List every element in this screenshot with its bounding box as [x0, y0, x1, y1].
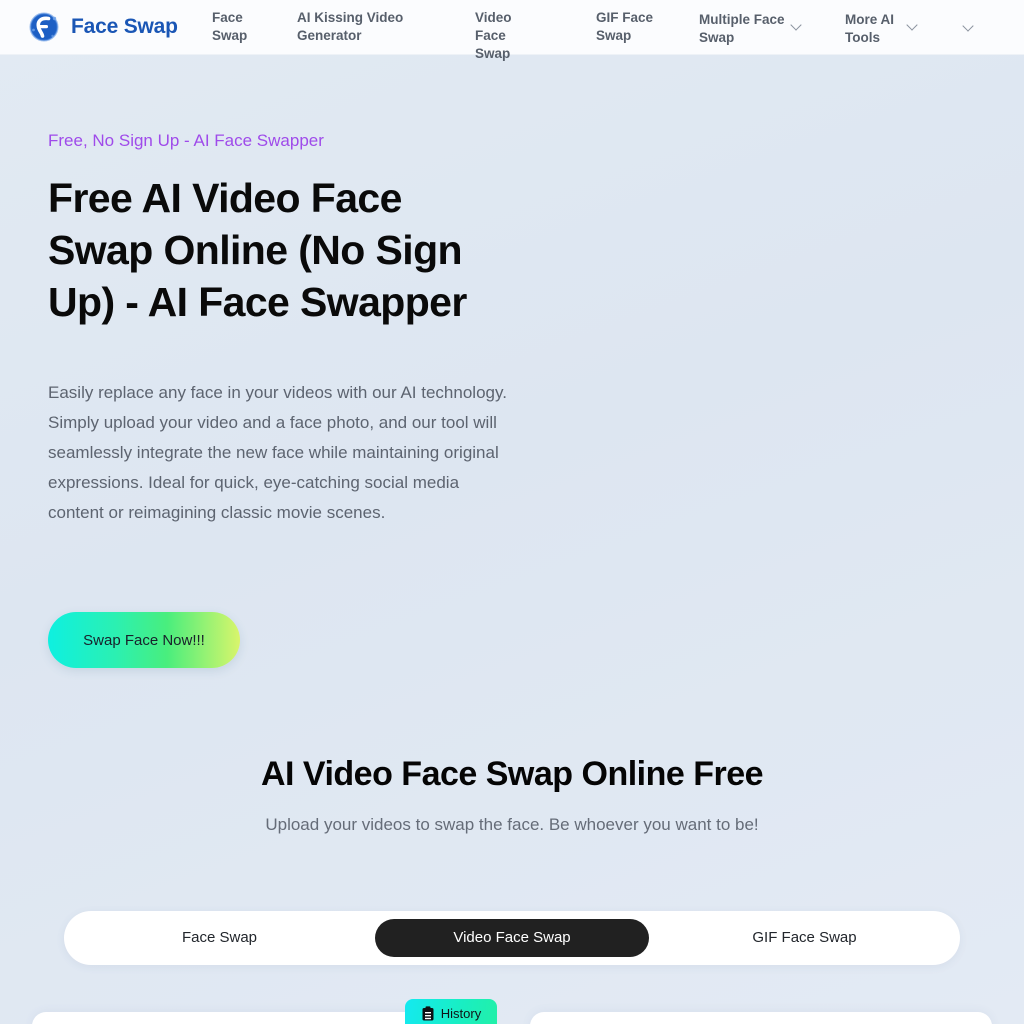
chevron-down-icon [791, 19, 804, 32]
nav-item-ai-kissing-video-generator[interactable]: AI Kissing Video Generator [297, 9, 427, 45]
chevron-down-icon [963, 20, 976, 33]
nav-item-more-ai-tools[interactable]: More AI Tools [845, 11, 931, 47]
tab-gif-face-swap[interactable]: GIF Face Swap [651, 919, 958, 957]
nav-item-label: Video Face Swap [475, 10, 512, 61]
nav-item-gif-face-swap[interactable]: GIF Face Swap [596, 9, 658, 45]
tab-video-face-swap[interactable]: Video Face Swap [375, 919, 649, 957]
nav-item-video-face-swap[interactable]: Video Face Swap [475, 9, 541, 63]
nav-item-label: GIF Face Swap [596, 10, 654, 43]
brand-name: Face Swap [71, 15, 178, 38]
tab-face-swap[interactable]: Face Swap [66, 919, 373, 957]
top-navigation-bar: Face Swap Face Swap AI Kissing Video Gen… [0, 0, 1024, 61]
page-title: Free AI Video Face Swap Online (No Sign … [48, 175, 467, 325]
brand-logo-link[interactable]: Face Swap [26, 9, 178, 45]
nav-overflow-menu-toggle[interactable] [963, 20, 985, 33]
nav-item-face-swap[interactable]: Face Swap [212, 9, 270, 45]
history-button[interactable]: History [405, 999, 497, 1024]
section-title: AI Video Face Swap Online Free [260, 755, 764, 793]
face-swap-logo-icon [26, 9, 62, 45]
hero-description: Easily replace any face in your videos w… [48, 383, 507, 522]
nav-item-multiple-face-swap[interactable]: Multiple Face Swap [699, 11, 809, 47]
result-preview-panel[interactable] [530, 1012, 992, 1024]
swap-face-now-button[interactable]: Swap Face Now!!! [48, 612, 240, 668]
hero-eyebrow: Free, No Sign Up - AI Face Swapper [48, 131, 324, 150]
nav-item-label: Face Swap [212, 10, 248, 43]
hero-section: Free, No Sign Up - AI Face Swapper Free … [48, 128, 568, 668]
chevron-down-icon [907, 19, 920, 32]
history-button-label: History [440, 1006, 482, 1021]
clipboard-icon [421, 1006, 435, 1021]
nav-item-label: AI Kissing Video Generator [297, 10, 404, 43]
section-subtitle: Upload your videos to swap the face. Be … [265, 815, 759, 834]
face-swap-mode-tabs: Face Swap Video Face Swap GIF Face Swap [64, 911, 960, 965]
section-header: AI Video Face Swap Online Free Upload yo… [0, 752, 1024, 838]
